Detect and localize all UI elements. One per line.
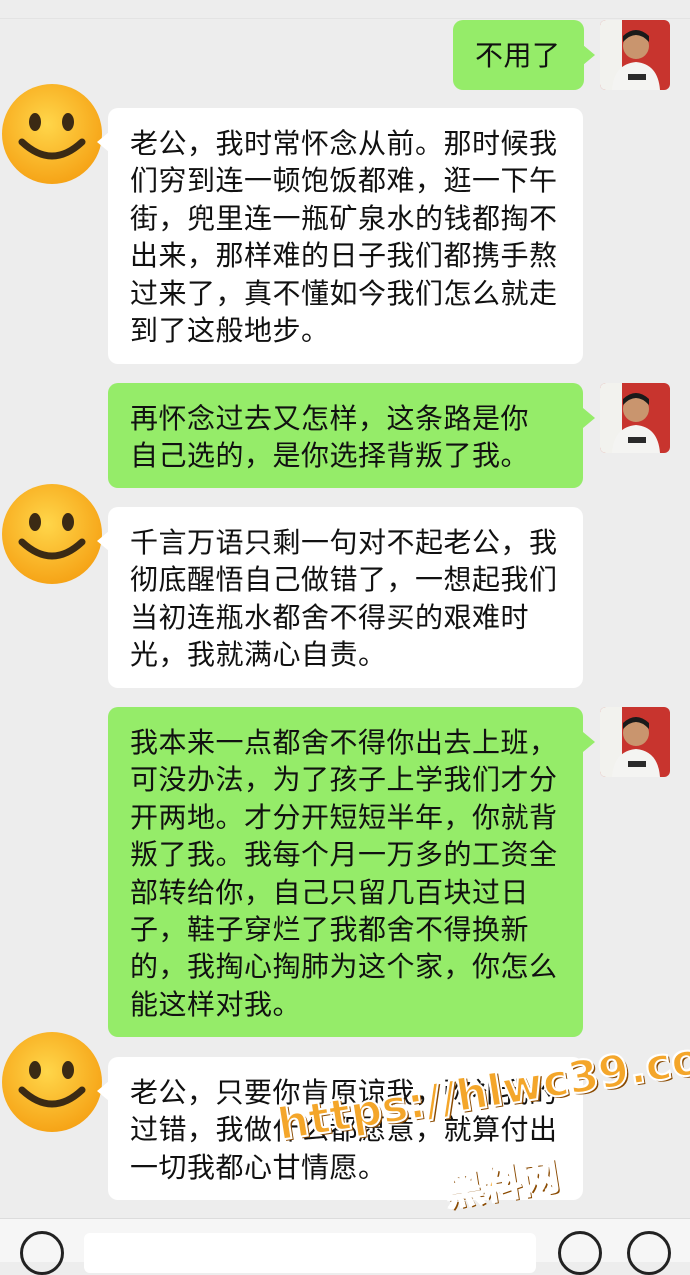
- message-input[interactable]: [84, 1233, 536, 1273]
- message-text-line: 我本来一点都舍不得你出去上班，: [130, 726, 558, 759]
- sent-message-bubble[interactable]: 我本来一点都舍不得你出去上班， 可没办法，为了孩子上学我们才分 开两地。才分开短…: [108, 707, 583, 1037]
- contact-avatar[interactable]: [0, 80, 108, 188]
- message-text-line: 彻底醒悟自己做错了，一想起我们: [130, 563, 558, 597]
- message-text-line: 叛了我。我每个月一万多的工资全: [130, 838, 558, 872]
- message-text-line: 千言万语只剩一句对不起老公，我: [130, 526, 558, 559]
- sent-message-bubble[interactable]: 再怀念过去又怎样，这条路是你 自己选的，是你选择背叛了我。: [108, 383, 583, 488]
- bubble-tail: [97, 531, 109, 551]
- message-text-line: 自己选的，是你选择背叛了我。: [130, 439, 530, 473]
- message-text-line: 能这样对我。: [130, 987, 302, 1021]
- sent-message-bubble[interactable]: 不用了: [453, 20, 584, 90]
- message-text-line: 街，兜里连一瓶矿泉水的钱都掏不: [130, 201, 558, 235]
- bubble-tail: [583, 408, 595, 428]
- emoji-icon[interactable]: [558, 1231, 602, 1275]
- chat-input-bar: [0, 1218, 690, 1275]
- message-text-line: 出来，那样难的日子我们都携手熬: [130, 239, 558, 273]
- message-text-line: 部转给你，自己只留几百块过日: [130, 875, 530, 909]
- message-text-line: 们穷到连一顿饱饭都难，逛一下午: [130, 164, 558, 198]
- bubble-tail: [583, 732, 595, 752]
- self-avatar[interactable]: [600, 707, 670, 777]
- message-text-line: 的，我掏心掏肺为这个家，你怎么: [130, 950, 558, 984]
- plus-icon[interactable]: [627, 1231, 671, 1275]
- received-message-bubble[interactable]: 千言万语只剩一句对不起老公，我 彻底醒悟自己做错了，一想起我们 当初连瓶水都舍不…: [108, 507, 583, 688]
- message-text: 不用了: [475, 39, 561, 72]
- message-text-line: 再怀念过去又怎样，这条路是你: [130, 402, 530, 435]
- self-avatar[interactable]: [600, 383, 670, 453]
- message-text-line: 老公，我时常怀念从前。那时候我: [130, 127, 558, 160]
- message-text-line: 光，我就满心自责。: [130, 638, 387, 672]
- contact-avatar[interactable]: [0, 1028, 108, 1136]
- message-text-line: 可没办法，为了孩子上学我们才分: [130, 763, 558, 797]
- voice-icon[interactable]: [20, 1231, 64, 1275]
- bubble-tail: [97, 1081, 109, 1101]
- self-avatar[interactable]: [600, 20, 670, 90]
- message-text-line: 到了这般地步。: [130, 314, 330, 348]
- bubble-tail: [583, 45, 595, 65]
- message-text-line: 过来了，真不懂如今我们怎么就走: [130, 276, 558, 310]
- message-text-line: 子，鞋子穿烂了我都舍不得换新: [130, 913, 530, 947]
- contact-avatar[interactable]: [0, 480, 108, 588]
- received-message-bubble[interactable]: 老公，我时常怀念从前。那时候我 们穷到连一顿饱饭都难，逛一下午 街，兜里连一瓶矿…: [108, 108, 583, 364]
- message-text-line: 当初连瓶水都舍不得买的艰难时: [130, 600, 530, 634]
- top-divider: [0, 0, 690, 19]
- bubble-tail: [97, 132, 109, 152]
- message-text-line: 开两地。才分开短短半年，你就背: [130, 800, 558, 834]
